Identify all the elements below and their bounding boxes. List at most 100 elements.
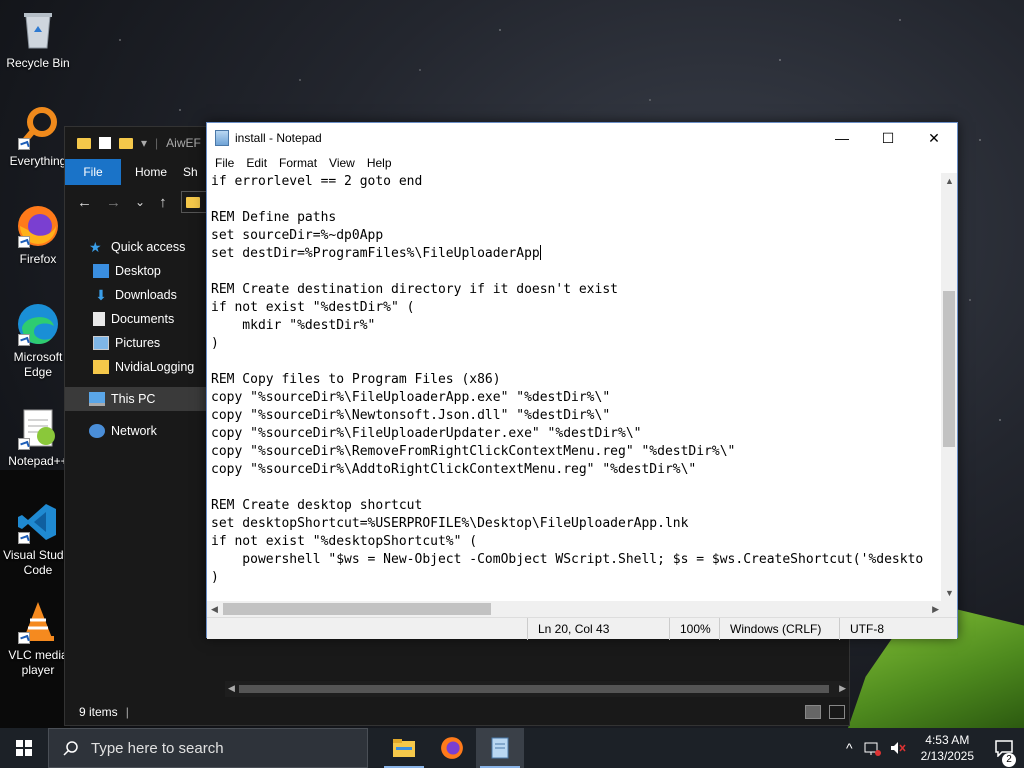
desktop-icon-label: Everything bbox=[9, 154, 67, 168]
editor-line: set sourceDir=%~dp0App bbox=[211, 228, 384, 243]
notepad-window[interactable]: install - Notepad — ☐ ✕ File Edit Format… bbox=[206, 122, 958, 640]
explorer-title: AiwEF bbox=[166, 136, 201, 150]
minimize-button[interactable]: — bbox=[819, 123, 865, 153]
taskbar-search-box[interactable]: Type here to search bbox=[48, 728, 368, 768]
scroll-left-icon[interactable]: ◀ bbox=[228, 683, 235, 694]
forward-arrow-icon[interactable]: → bbox=[106, 194, 121, 211]
shortcut-arrow-icon bbox=[18, 138, 30, 150]
scroll-down-icon[interactable]: ▼ bbox=[945, 588, 954, 598]
notepad-app-icon bbox=[215, 130, 229, 146]
pictures-icon bbox=[93, 336, 109, 350]
desktop-icon-recycle-bin[interactable]: Recycle Bin bbox=[0, 8, 76, 71]
ribbon-tab-share[interactable]: Sh bbox=[181, 165, 200, 179]
editor-line: if not exist "%desktopShortcut%" ( bbox=[211, 534, 478, 549]
editor-line: copy "%sourceDir%\RemoveFromRightClickCo… bbox=[211, 444, 736, 459]
scroll-up-icon[interactable]: ▲ bbox=[945, 176, 954, 186]
menu-help[interactable]: Help bbox=[361, 156, 398, 170]
recent-locations-chevron-icon[interactable]: ⌄ bbox=[135, 195, 145, 209]
tree-item-network[interactable]: Network bbox=[65, 419, 221, 443]
documents-icon bbox=[93, 312, 105, 326]
edge-icon bbox=[16, 302, 60, 346]
tree-item-label: Network bbox=[111, 424, 157, 438]
volume-muted-icon[interactable] bbox=[889, 740, 907, 756]
editor-line: copy "%sourceDir%\AddtoRightClickContext… bbox=[211, 462, 697, 477]
everything-search-icon bbox=[16, 106, 60, 150]
firefox-icon bbox=[16, 204, 60, 248]
clock-time: 4:53 AM bbox=[925, 733, 970, 747]
shortcut-arrow-icon bbox=[18, 532, 30, 544]
tree-item-label: Desktop bbox=[115, 264, 161, 278]
clock-date: 2/13/2025 bbox=[920, 749, 974, 763]
show-hidden-icons-chevron-icon[interactable]: ^ bbox=[840, 740, 859, 756]
vscode-icon bbox=[16, 500, 60, 544]
tree-item-pictures[interactable]: Pictures bbox=[65, 331, 221, 355]
scroll-right-icon[interactable]: ▶ bbox=[932, 604, 939, 615]
taskbar-firefox[interactable] bbox=[428, 728, 476, 768]
search-placeholder: Type here to search bbox=[91, 739, 224, 757]
computer-icon bbox=[89, 392, 105, 406]
text-editor-area[interactable]: if errorlevel == 2 goto end REM Define pa… bbox=[207, 173, 943, 601]
file-explorer-icon bbox=[393, 739, 415, 757]
tree-item-label: Documents bbox=[111, 312, 175, 326]
close-button[interactable]: ✕ bbox=[911, 123, 957, 153]
network-status-icon[interactable] bbox=[863, 740, 881, 756]
quick-access-dropdown-icon[interactable]: ▾ bbox=[141, 136, 147, 150]
explorer-status-bar: 9 items | bbox=[79, 705, 129, 719]
desktop-icon-label: Recycle Bin bbox=[6, 56, 70, 70]
tree-item-nvidialogging[interactable]: NvidiaLogging bbox=[65, 355, 221, 379]
tree-item-this-pc[interactable]: This PC bbox=[65, 387, 221, 411]
scrollbar-thumb[interactable] bbox=[239, 685, 829, 693]
maximize-button[interactable]: ☐ bbox=[865, 123, 911, 153]
back-arrow-icon[interactable]: ← bbox=[77, 194, 92, 211]
editor-line: if errorlevel == 2 goto end bbox=[211, 174, 423, 189]
large-icons-view-button[interactable] bbox=[829, 705, 845, 719]
notification-center-button[interactable]: 2 bbox=[984, 739, 1024, 767]
menu-edit[interactable]: Edit bbox=[240, 156, 273, 170]
new-folder-icon[interactable] bbox=[119, 137, 133, 149]
text-caret bbox=[539, 245, 541, 260]
scroll-left-icon[interactable]: ◀ bbox=[211, 604, 218, 615]
horizontal-scrollbar[interactable]: ◀ ▶ bbox=[207, 601, 943, 617]
explorer-horizontal-scrollbar[interactable]: ◀ ▶ bbox=[225, 681, 849, 697]
line-ending: Windows (CRLF) bbox=[719, 617, 839, 640]
recycle-bin-icon bbox=[16, 8, 60, 52]
tree-item-documents[interactable]: Documents bbox=[65, 307, 221, 331]
editor-line: set destDir=%ProgramFiles%\FileUploaderA… bbox=[211, 245, 541, 261]
search-icon bbox=[63, 741, 78, 756]
navigation-pane: ★ Quick access Desktop ⬇ Downloads Docum… bbox=[65, 233, 221, 443]
folder-icon bbox=[77, 137, 91, 149]
tree-item-quick-access[interactable]: ★ Quick access bbox=[65, 235, 221, 259]
scroll-right-icon[interactable]: ▶ bbox=[839, 683, 846, 694]
start-button[interactable] bbox=[0, 728, 48, 768]
editor-line: REM Define paths bbox=[211, 210, 337, 225]
menu-file[interactable]: File bbox=[209, 156, 240, 170]
properties-icon[interactable] bbox=[99, 137, 111, 149]
details-view-button[interactable] bbox=[805, 705, 821, 719]
window-controls: — ☐ ✕ bbox=[819, 123, 957, 153]
download-arrow-icon: ⬇ bbox=[95, 287, 107, 303]
cursor-position: Ln 20, Col 43 bbox=[527, 617, 669, 640]
scrollbar-thumb[interactable] bbox=[943, 291, 955, 447]
notification-count-badge: 2 bbox=[1002, 753, 1016, 767]
tree-item-desktop[interactable]: Desktop bbox=[65, 259, 221, 283]
desktop-folder-icon bbox=[93, 264, 109, 278]
ribbon-tab-file[interactable]: File bbox=[65, 159, 121, 185]
vertical-scrollbar[interactable]: ▲ ▼ bbox=[941, 173, 957, 601]
taskbar-notepad[interactable] bbox=[476, 728, 524, 768]
taskbar-file-explorer[interactable] bbox=[380, 728, 428, 768]
shortcut-arrow-icon bbox=[18, 438, 30, 450]
ribbon-tab-home[interactable]: Home bbox=[121, 165, 181, 179]
desktop-icon-label: Notepad++ bbox=[8, 454, 68, 468]
shortcut-arrow-icon bbox=[18, 236, 30, 248]
menu-format[interactable]: Format bbox=[273, 156, 323, 170]
up-arrow-icon[interactable]: ↑ bbox=[159, 194, 167, 211]
editor-line: copy "%sourceDir%\FileUploaderApp.exe" "… bbox=[211, 390, 611, 405]
clock[interactable]: 4:53 AM 2/13/2025 bbox=[911, 732, 984, 764]
tree-item-downloads[interactable]: ⬇ Downloads bbox=[65, 283, 221, 307]
scrollbar-thumb[interactable] bbox=[223, 603, 491, 615]
menu-view[interactable]: View bbox=[323, 156, 361, 170]
tree-item-label: This PC bbox=[111, 392, 156, 406]
